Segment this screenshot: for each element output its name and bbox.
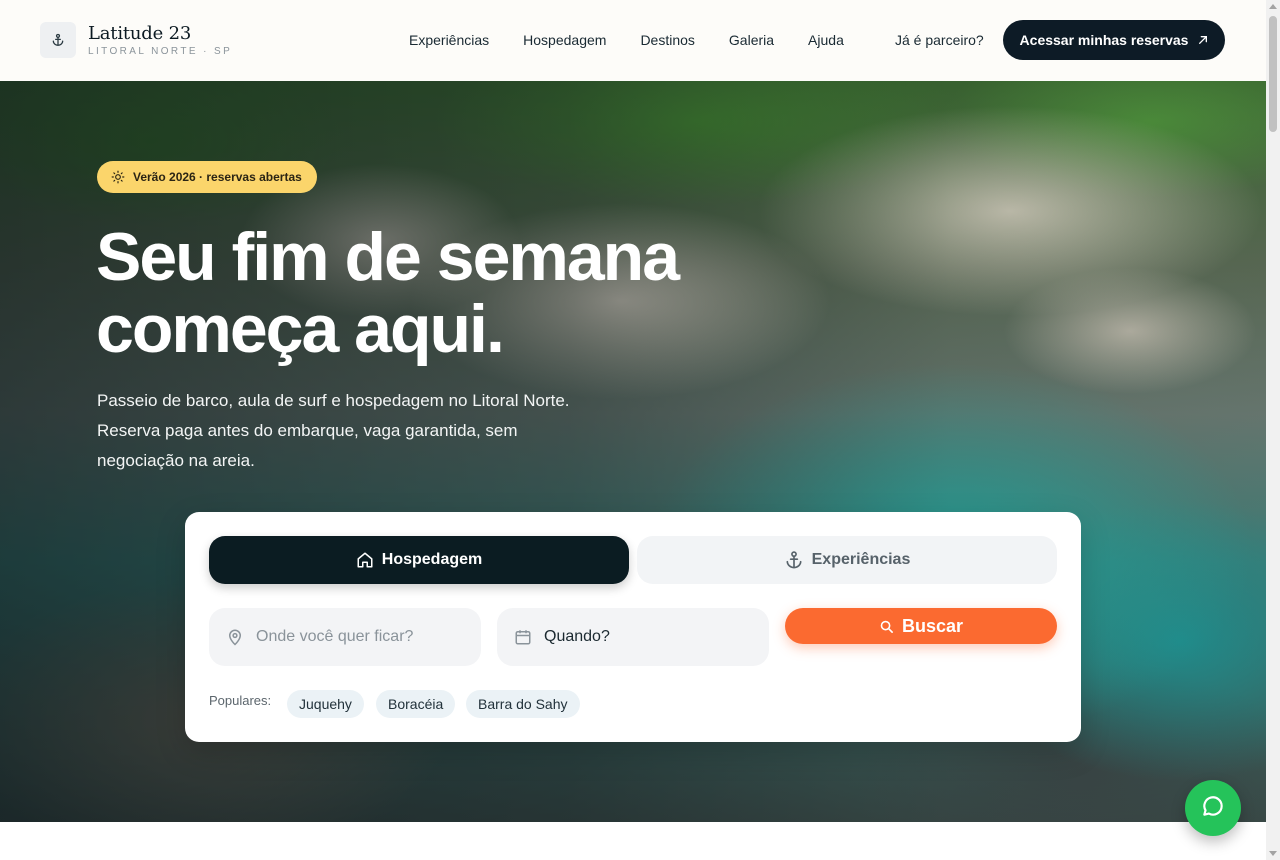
tab-experiencias[interactable]: Experiências: [637, 536, 1057, 584]
calendar-icon: [514, 628, 532, 646]
search-button-label: Buscar: [901, 615, 964, 636]
search-icon: [879, 619, 894, 634]
search-card: Hospedagem Experiências Onde você quer f…: [185, 512, 1081, 742]
arrow-up-right-icon: [1198, 35, 1208, 45]
scrollbar-thumb[interactable]: [1269, 16, 1277, 132]
hero-title-line1: Seu fim de semana: [96, 219, 680, 295]
brand-name: Latitude 23: [88, 22, 192, 44]
nav-experiencias[interactable]: Experiências: [409, 30, 489, 50]
tab-experiencias-label: Experiências: [811, 551, 911, 568]
map-pin-icon: [226, 628, 244, 646]
tab-hospedagem-label: Hospedagem: [381, 551, 483, 568]
partner-link[interactable]: Já é parceiro?: [895, 30, 984, 50]
anchor-icon: [784, 550, 804, 570]
date-input[interactable]: Quando?: [497, 608, 769, 666]
date-value: Quando?: [544, 628, 610, 645]
sun-icon: [111, 170, 125, 184]
my-reservations-label: Acessar minhas reservas: [1019, 32, 1189, 48]
page-scrollbar[interactable]: [1266, 0, 1280, 860]
nav-ajuda[interactable]: Ajuda: [808, 30, 844, 50]
scroll-up-arrow[interactable]: [1269, 4, 1277, 9]
anchor-icon: [40, 22, 76, 58]
hero-subtitle: Passeio de barco, aula de surf e hospeda…: [97, 391, 570, 470]
hero-title: Seu fim de semana começa aqui.: [96, 221, 796, 365]
whatsapp-button[interactable]: [1185, 780, 1241, 836]
tab-hospedagem[interactable]: Hospedagem: [209, 536, 629, 584]
popular-chip-boraceia[interactable]: Boracéia: [376, 690, 456, 718]
destination-placeholder: Onde você quer ficar?: [256, 628, 414, 645]
season-badge: Verão 2026 · reservas abertas: [97, 161, 317, 193]
main-nav: Experiências Hospedagem Destinos Galeria…: [409, 30, 878, 50]
hero-section: Verão 2026 · reservas abertas Seu fim de…: [0, 81, 1266, 822]
whatsapp-icon: [1200, 793, 1226, 824]
nav-galeria[interactable]: Galeria: [729, 30, 774, 50]
popular-chip-barra-do-sahy[interactable]: Barra do Sahy: [466, 690, 580, 718]
season-badge-label: Verão 2026 · reservas abertas: [133, 170, 302, 184]
scroll-down-arrow[interactable]: [1269, 851, 1277, 856]
search-button[interactable]: Buscar: [785, 608, 1057, 644]
my-reservations-button[interactable]: Acessar minhas reservas: [1003, 20, 1225, 60]
nav-hospedagem[interactable]: Hospedagem: [523, 30, 606, 50]
popular-chip-juquehy[interactable]: Juquehy: [287, 690, 364, 718]
popular-label: Populares:: [209, 693, 272, 708]
home-icon: [356, 551, 374, 569]
brand-tagline: LITORAL NORTE · SP: [88, 45, 233, 57]
brand-logo[interactable]: Latitude 23 LITORAL NORTE · SP: [40, 22, 232, 58]
nav-destinos[interactable]: Destinos: [640, 30, 694, 50]
site-header: Latitude 23 LITORAL NORTE · SP Experiênc…: [0, 0, 1266, 81]
destination-input[interactable]: Onde você quer ficar?: [209, 608, 481, 666]
hero-title-line2: começa aqui.: [96, 291, 505, 367]
